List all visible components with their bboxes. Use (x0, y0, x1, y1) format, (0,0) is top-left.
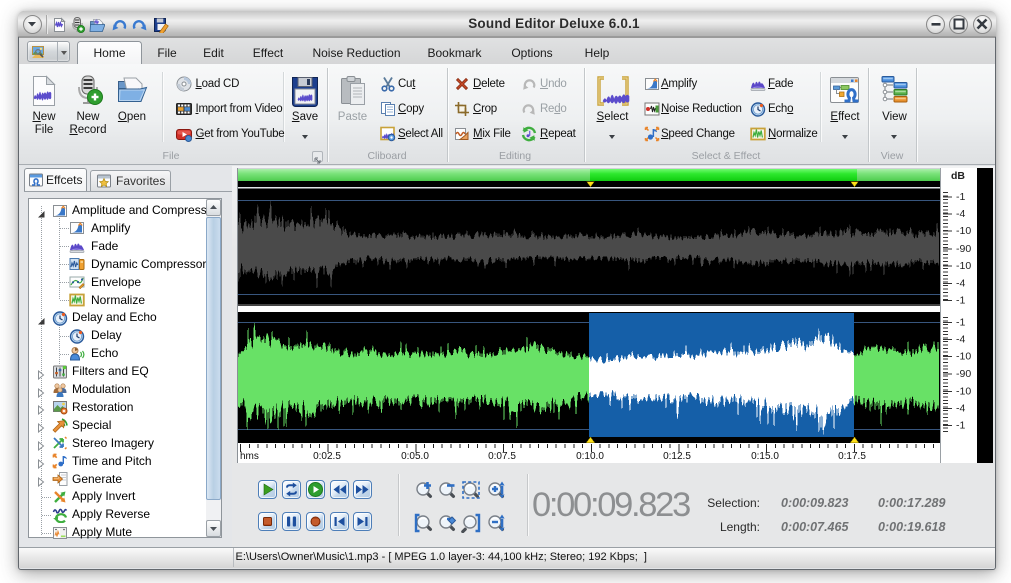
svg-text:0:02.5: 0:02.5 (313, 451, 341, 462)
svg-text:0:05.0: 0:05.0 (401, 451, 429, 462)
svg-text:dB: dB (951, 170, 965, 182)
svg-text:-90: -90 (956, 243, 971, 255)
svg-text:-10: -10 (956, 225, 971, 237)
svg-text:-1: -1 (956, 317, 965, 329)
svg-text:hms: hms (240, 451, 259, 462)
svg-text:0:12.5: 0:12.5 (663, 451, 691, 462)
svg-text:0:10.0: 0:10.0 (576, 451, 604, 462)
svg-text:-10: -10 (956, 386, 971, 398)
svg-text:-10: -10 (956, 351, 971, 363)
svg-text:0:07.5: 0:07.5 (488, 451, 516, 462)
svg-text:-4: -4 (956, 208, 965, 220)
svg-text:-4: -4 (956, 334, 965, 346)
svg-text:0:17.5: 0:17.5 (838, 451, 866, 462)
svg-text:-4: -4 (956, 403, 965, 415)
svg-text:-90: -90 (956, 368, 971, 380)
svg-text:-1: -1 (956, 191, 965, 203)
svg-text:-1: -1 (956, 295, 965, 307)
svg-text:-4: -4 (956, 277, 965, 289)
svg-text:-10: -10 (956, 260, 971, 272)
svg-text:0:15.0: 0:15.0 (751, 451, 779, 462)
svg-text:-1: -1 (956, 420, 965, 432)
